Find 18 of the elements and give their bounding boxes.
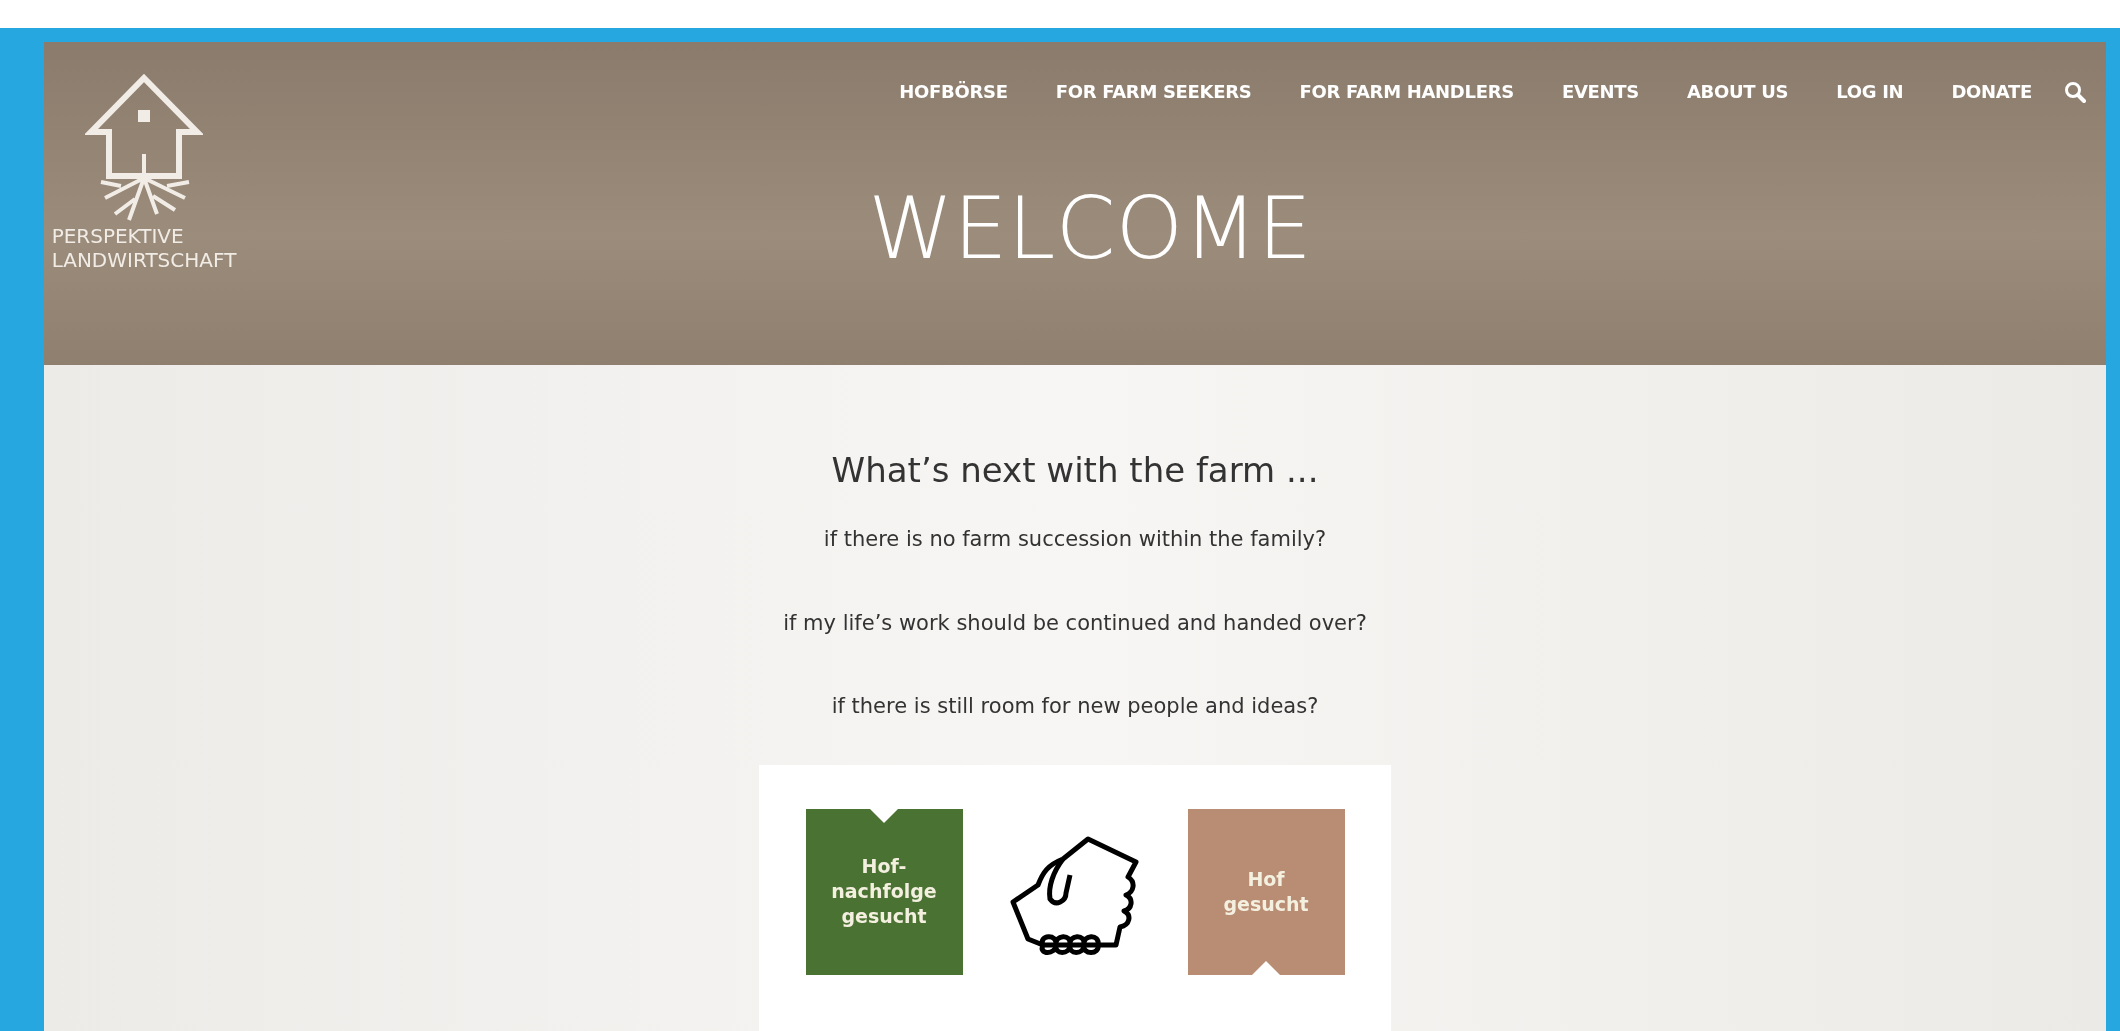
nav-link[interactable]: DONATE <box>1927 78 2056 105</box>
nav-link[interactable]: FOR FARM SEEKERS <box>1031 78 1276 105</box>
nav-link[interactable]: EVENTS <box>1537 78 1663 105</box>
logo-text: LANDWIRTSCHAFT <box>51 248 237 272</box>
nav-link[interactable]: ABOUT US <box>1662 78 1813 105</box>
question-text: if my life’s work should be continued and handed over? <box>783 609 1367 637</box>
tile-label: Hof- nachfolge gesucht <box>831 854 937 929</box>
question-text: if there is still room for new people and ideas? <box>831 693 1319 720</box>
nav-link[interactable]: HOFBÖRSE <box>875 78 1032 105</box>
tile-label: Hof gesucht <box>1223 866 1309 917</box>
category-tile[interactable]: Hof- nachfolge gesucht <box>805 808 963 975</box>
nav-link[interactable]: LOG IN <box>1812 78 1928 105</box>
nav-link[interactable]: FOR FARM HANDLERS <box>1275 78 1538 105</box>
section-heading: What’s next with the farm ... <box>831 449 1319 492</box>
logo-text: PERSPEKTIVE <box>51 224 185 248</box>
question-text: if there is no farm succession within the family? <box>823 526 1327 553</box>
category-tile[interactable]: Hof gesucht <box>1187 808 1345 975</box>
page-title: WELCOME <box>868 185 1312 271</box>
